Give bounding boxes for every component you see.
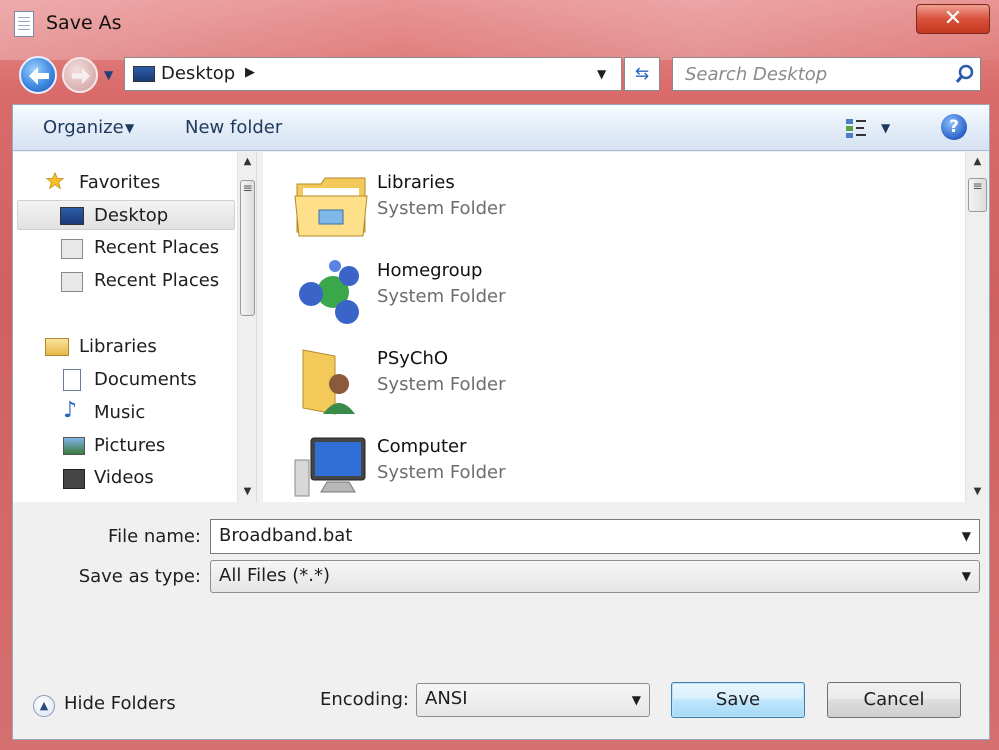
save-type-select[interactable]: All Files (*.*) ▼ bbox=[210, 560, 980, 593]
homegroup-icon bbox=[299, 260, 359, 324]
file-type: System Folder bbox=[377, 374, 506, 395]
navpane-scrollbar[interactable]: ▲ ▼ bbox=[237, 152, 256, 502]
save-button[interactable]: Save bbox=[671, 682, 805, 718]
forward-arrow-icon bbox=[71, 67, 91, 85]
list-item[interactable]: PSyChO System Folder bbox=[293, 338, 693, 420]
nav-label: Recent Places bbox=[94, 270, 220, 291]
nav-label: Favorites bbox=[79, 172, 161, 193]
hide-folders-label: Hide Folders bbox=[64, 693, 176, 714]
desktop-icon bbox=[133, 66, 155, 82]
file-name-label: File name: bbox=[108, 526, 201, 547]
navigation-pane: Favorites Desktop Recent Places Recent P… bbox=[13, 152, 257, 502]
file-type: System Folder bbox=[377, 286, 506, 307]
forward-button[interactable] bbox=[62, 57, 98, 93]
encoding-value: ANSI bbox=[425, 688, 468, 709]
file-name: PSyChO bbox=[377, 348, 449, 369]
recent-places-icon bbox=[61, 272, 83, 292]
save-type-value: All Files (*.*) bbox=[219, 565, 331, 586]
nav-label: Desktop bbox=[94, 205, 169, 226]
filelist-scrollbar[interactable]: ▲ ▼ bbox=[965, 152, 989, 502]
file-name-dropdown-icon[interactable]: ▼ bbox=[962, 529, 971, 543]
desktop-icon bbox=[60, 207, 84, 225]
file-type: System Folder bbox=[377, 198, 506, 219]
organize-dropdown-icon[interactable]: ▼ bbox=[125, 121, 134, 135]
notepad-icon bbox=[14, 11, 34, 37]
list-item[interactable]: Homegroup System Folder bbox=[293, 250, 693, 332]
nav-label: Libraries bbox=[79, 336, 157, 357]
window-title: Save As bbox=[46, 12, 122, 34]
file-name-input[interactable]: Broadband.bat ▼ bbox=[210, 519, 980, 554]
crumb-chevron-icon[interactable]: ▶ bbox=[245, 65, 255, 80]
file-name: Libraries bbox=[377, 172, 455, 193]
videos-icon bbox=[63, 469, 85, 489]
encoding-select[interactable]: ANSI ▼ bbox=[416, 683, 650, 717]
address-bar[interactable]: Desktop ▶ ▼ bbox=[124, 57, 622, 91]
file-name-value: Broadband.bat bbox=[219, 525, 353, 546]
nav-item-desktop[interactable]: Desktop bbox=[17, 200, 235, 230]
file-name: Homegroup bbox=[377, 260, 483, 281]
nav-label: Pictures bbox=[94, 435, 166, 456]
cancel-button[interactable]: Cancel bbox=[827, 682, 961, 718]
scroll-thumb[interactable] bbox=[240, 180, 255, 316]
pictures-icon bbox=[63, 437, 85, 455]
refresh-button[interactable]: ⇆ bbox=[624, 57, 660, 91]
address-crumb[interactable]: Desktop bbox=[161, 63, 235, 84]
libraries-folder-icon bbox=[294, 177, 368, 237]
user-folder-icon bbox=[302, 349, 355, 415]
scroll-up-icon[interactable]: ▲ bbox=[966, 152, 989, 172]
view-dropdown-icon[interactable]: ▼ bbox=[881, 121, 890, 135]
nav-label: Documents bbox=[94, 369, 197, 390]
file-name: Computer bbox=[377, 436, 467, 457]
list-item[interactable]: Computer System Folder bbox=[293, 426, 693, 502]
collapse-up-icon: ▲ bbox=[33, 695, 55, 717]
help-button[interactable]: ? bbox=[941, 114, 967, 140]
encoding-dropdown-icon[interactable]: ▼ bbox=[632, 693, 641, 707]
window-frame: Save As ✕ ▼ Desktop ▶ ▼ ⇆ Search Desktop… bbox=[0, 0, 999, 750]
change-view-icon[interactable] bbox=[845, 117, 867, 139]
organize-button[interactable]: Organize bbox=[43, 117, 124, 138]
scroll-down-icon[interactable]: ▼ bbox=[238, 482, 256, 502]
refresh-icon: ⇆ bbox=[634, 64, 650, 84]
command-bar: Organize ▼ New folder ▼ ? bbox=[13, 105, 989, 151]
documents-icon bbox=[63, 369, 81, 391]
scroll-down-icon[interactable]: ▼ bbox=[966, 482, 989, 502]
search-input[interactable]: Search Desktop bbox=[672, 57, 981, 91]
new-folder-button[interactable]: New folder bbox=[185, 117, 282, 138]
music-icon: ♪ bbox=[63, 398, 78, 423]
scroll-thumb[interactable] bbox=[968, 178, 987, 212]
file-type: System Folder bbox=[377, 462, 506, 483]
back-button[interactable] bbox=[19, 56, 57, 94]
save-type-dropdown-icon[interactable]: ▼ bbox=[962, 569, 971, 583]
file-list: Libraries System Folder Homegroup System… bbox=[263, 152, 965, 502]
close-button[interactable]: ✕ bbox=[916, 4, 990, 34]
encoding-label: Encoding: bbox=[319, 689, 409, 710]
star-icon bbox=[45, 172, 65, 190]
search-icon[interactable] bbox=[955, 64, 975, 84]
address-dropdown-icon[interactable]: ▼ bbox=[597, 67, 606, 81]
recent-pages-dropdown-icon[interactable]: ▼ bbox=[104, 68, 113, 82]
nav-label: Recent Places bbox=[94, 237, 220, 258]
nav-label: Videos bbox=[94, 467, 154, 488]
dialog-body: Organize ▼ New folder ▼ ? Favorites Desk… bbox=[12, 104, 990, 740]
libraries-icon bbox=[45, 338, 69, 356]
search-placeholder: Search Desktop bbox=[685, 64, 828, 85]
save-type-label: Save as type: bbox=[78, 566, 201, 587]
scroll-up-icon[interactable]: ▲ bbox=[238, 152, 256, 172]
nav-label: Music bbox=[94, 402, 146, 423]
back-arrow-icon bbox=[29, 67, 49, 85]
list-item[interactable]: Libraries System Folder bbox=[293, 162, 693, 244]
recent-places-icon bbox=[61, 239, 83, 259]
computer-icon bbox=[294, 437, 366, 497]
